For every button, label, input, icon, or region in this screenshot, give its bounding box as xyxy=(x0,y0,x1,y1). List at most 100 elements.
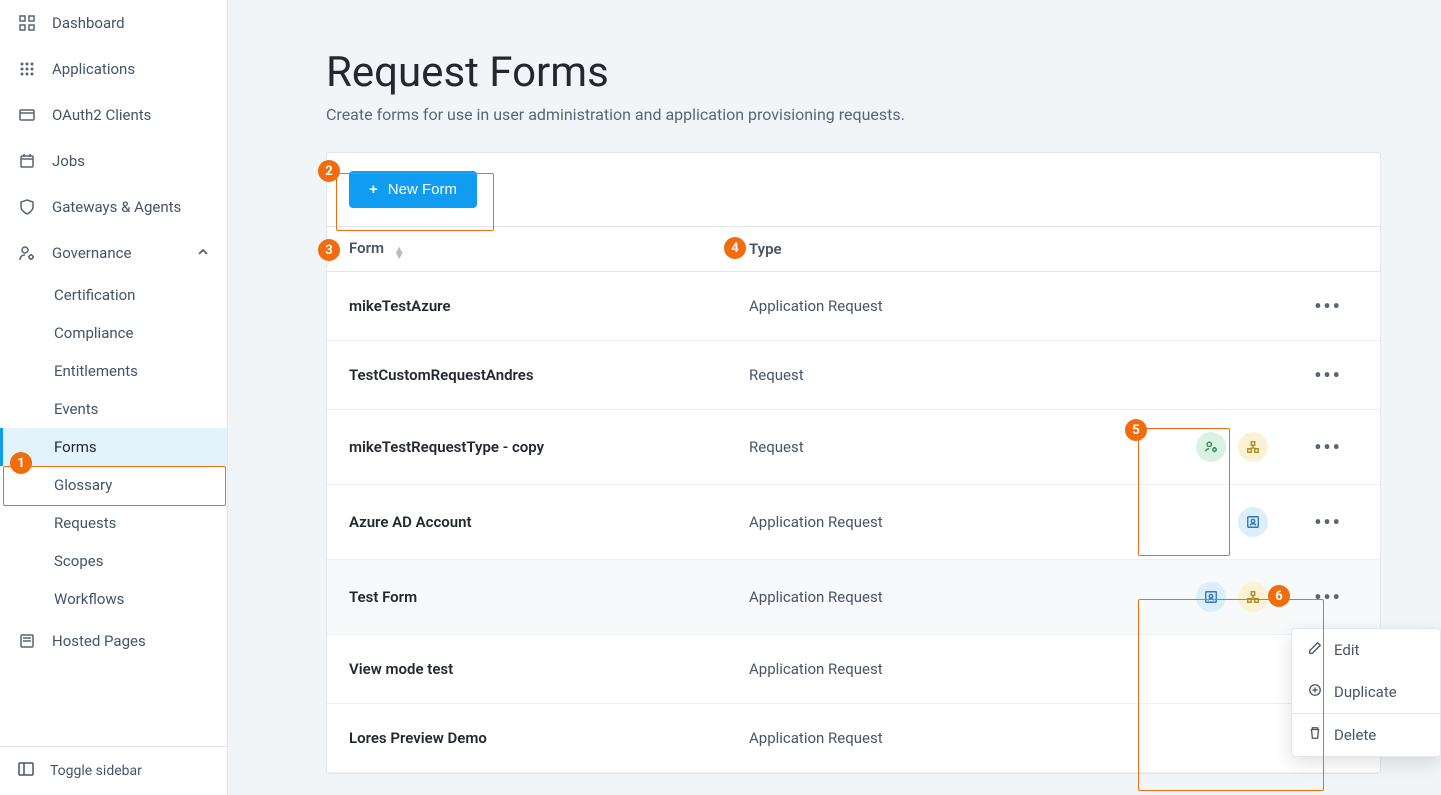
page-subtitle: Create forms for use in user administrat… xyxy=(326,105,1381,124)
form-type: Application Request xyxy=(749,588,1129,606)
form-name: Azure AD Account xyxy=(349,513,749,531)
sidebar-item-glossary[interactable]: Glossary xyxy=(0,466,227,504)
sidebar-item-label: Dashboard xyxy=(52,14,125,32)
table-row[interactable]: mikeTestRequestType - copyRequest ••• xyxy=(327,410,1380,485)
plus-icon: + xyxy=(369,181,378,198)
sidebar-item-hosted-pages[interactable]: Hosted Pages xyxy=(0,618,227,664)
page-title: Request Forms xyxy=(326,48,1381,97)
row-actions-menu: Edit Duplicate Delete xyxy=(1291,628,1441,757)
sidebar-item-workflows[interactable]: Workflows xyxy=(0,580,227,618)
row-actions-button[interactable]: ••• xyxy=(1298,363,1358,387)
forms-card: + New Form Form ▲▼ Type mikeTestAzureApp… xyxy=(326,152,1381,774)
form-name: Test Form xyxy=(349,588,749,606)
page-icon xyxy=(18,633,36,649)
callout-5: 5 xyxy=(1125,419,1147,441)
shield-icon xyxy=(18,199,36,215)
row-badges xyxy=(1129,507,1298,537)
callout-2: 2 xyxy=(318,160,340,182)
sidebar-item-events[interactable]: Events xyxy=(0,390,227,428)
sidebar-item-label: Governance xyxy=(52,244,131,262)
row-actions-button[interactable]: ••• xyxy=(1298,510,1358,534)
sort-icon: ▲▼ xyxy=(394,247,405,259)
callout-4: 4 xyxy=(724,237,746,259)
menu-edit-label: Edit xyxy=(1334,641,1359,659)
nav-list: Dashboard Applications OAuth2 Clients Jo… xyxy=(0,0,227,746)
yellow-badge-icon[interactable] xyxy=(1238,432,1268,462)
table-row[interactable]: View mode testApplication Request••• xyxy=(327,635,1380,704)
apps-icon xyxy=(18,61,36,77)
sidebar-item-governance[interactable]: Governance xyxy=(0,230,227,276)
sidebar-item-gateways[interactable]: Gateways & Agents xyxy=(0,184,227,230)
main: Request Forms Create forms for use in us… xyxy=(228,0,1441,795)
new-form-button[interactable]: + New Form xyxy=(349,171,477,208)
col-type[interactable]: Type xyxy=(749,240,1129,258)
sidebar-item-forms[interactable]: Forms xyxy=(0,428,227,466)
sidebar: Dashboard Applications OAuth2 Clients Jo… xyxy=(0,0,228,795)
chevron-up-icon xyxy=(197,244,209,262)
form-type: Application Request xyxy=(749,729,1129,747)
callout-6: 6 xyxy=(1268,585,1290,607)
collapse-icon xyxy=(18,761,34,781)
row-actions-button[interactable]: ••• xyxy=(1298,294,1358,318)
toggle-sidebar-label: Toggle sidebar xyxy=(50,763,142,779)
sidebar-item-entitlements[interactable]: Entitlements xyxy=(0,352,227,390)
form-type: Request xyxy=(749,366,1129,384)
table-row[interactable]: mikeTestAzureApplication Request ••• xyxy=(327,272,1380,341)
grid-icon xyxy=(18,15,36,31)
pencil-icon xyxy=(1308,641,1322,659)
green-badge-icon[interactable] xyxy=(1196,432,1226,462)
new-form-label: New Form xyxy=(388,181,457,198)
sidebar-item-applications[interactable]: Applications xyxy=(0,46,227,92)
sidebar-item-compliance[interactable]: Compliance xyxy=(0,314,227,352)
menu-duplicate-label: Duplicate xyxy=(1334,683,1397,701)
sidebar-item-label: Hosted Pages xyxy=(52,632,146,650)
form-name: mikeTestAzure xyxy=(349,297,749,315)
row-actions-button[interactable]: ••• xyxy=(1298,585,1358,609)
toggle-sidebar[interactable]: Toggle sidebar xyxy=(0,746,227,795)
blue-badge-icon[interactable] xyxy=(1196,582,1226,612)
user-gear-icon xyxy=(18,245,36,261)
sidebar-item-certification[interactable]: Certification xyxy=(0,276,227,314)
sidebar-item-label: Applications xyxy=(52,60,135,78)
form-type: Application Request xyxy=(749,297,1129,315)
form-name: Lores Preview Demo xyxy=(349,729,749,747)
row-badges xyxy=(1129,432,1298,462)
sidebar-item-oauth2[interactable]: OAuth2 Clients xyxy=(0,92,227,138)
form-name: mikeTestRequestType - copy xyxy=(349,438,749,456)
menu-edit[interactable]: Edit xyxy=(1292,629,1440,671)
col-form-label: Form xyxy=(349,239,384,257)
form-type: Application Request xyxy=(749,513,1129,531)
table-row[interactable]: TestCustomRequestAndresRequest ••• xyxy=(327,341,1380,410)
callout-3: 3 xyxy=(318,239,340,261)
sidebar-item-dashboard[interactable]: Dashboard xyxy=(0,0,227,46)
sidebar-item-requests[interactable]: Requests xyxy=(0,504,227,542)
form-type: Request xyxy=(749,438,1129,456)
table-body: mikeTestAzureApplication Request•••TestC… xyxy=(327,272,1380,773)
col-form[interactable]: Form ▲▼ xyxy=(349,239,749,259)
blue-badge-icon[interactable] xyxy=(1238,507,1268,537)
sidebar-item-jobs[interactable]: Jobs xyxy=(0,138,227,184)
row-actions-button[interactable]: ••• xyxy=(1298,435,1358,459)
table-header: Form ▲▼ Type xyxy=(327,227,1380,272)
sidebar-item-label: Gateways & Agents xyxy=(52,198,181,216)
col-type-label: Type xyxy=(749,240,782,258)
yellow-badge-icon[interactable] xyxy=(1238,582,1268,612)
form-name: TestCustomRequestAndres xyxy=(349,366,749,384)
trash-icon xyxy=(1308,726,1322,744)
menu-delete[interactable]: Delete xyxy=(1292,714,1440,756)
calendar-icon xyxy=(18,153,36,169)
table-row[interactable]: Lores Preview DemoApplication Request••• xyxy=(327,704,1380,773)
duplicate-icon xyxy=(1308,683,1322,701)
sidebar-item-scopes[interactable]: Scopes xyxy=(0,542,227,580)
sidebar-item-label: Jobs xyxy=(52,152,85,170)
callout-1: 1 xyxy=(10,452,32,474)
form-name: View mode test xyxy=(349,660,749,678)
form-type: Application Request xyxy=(749,660,1129,678)
table-row[interactable]: Test FormApplication Request ••• xyxy=(327,560,1380,635)
governance-submenu: Certification Compliance Entitlements Ev… xyxy=(0,276,227,618)
card-header: + New Form xyxy=(327,153,1380,227)
table-row[interactable]: Azure AD AccountApplication Request ••• xyxy=(327,485,1380,560)
menu-delete-label: Delete xyxy=(1334,726,1376,744)
sidebar-item-label: OAuth2 Clients xyxy=(52,106,151,124)
menu-duplicate[interactable]: Duplicate xyxy=(1292,671,1440,713)
